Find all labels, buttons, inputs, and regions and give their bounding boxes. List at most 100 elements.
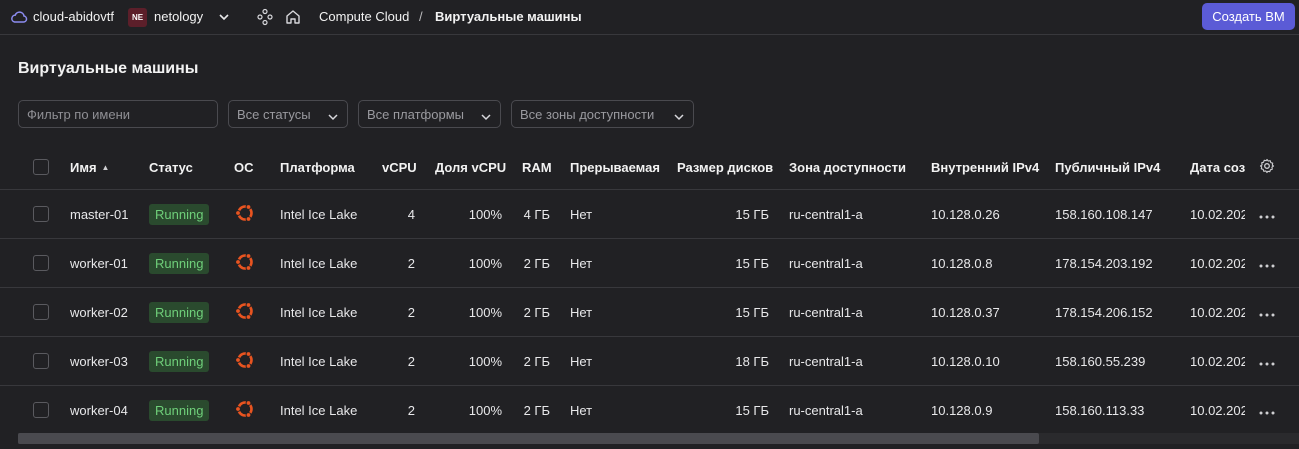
ubuntu-icon bbox=[234, 251, 256, 276]
vcpu-value: 4 bbox=[407, 206, 415, 222]
disk-value: 15 ГБ bbox=[735, 304, 769, 320]
date-value: 10.02.2024 bbox=[1190, 255, 1245, 271]
table-row[interactable]: master-01 Running Intel Ice Lake 4 100% … bbox=[0, 190, 1299, 239]
cloud-icon[interactable] bbox=[10, 9, 28, 25]
vm-table: Имя ▲ Статус ОС Платформа vCPU Доля vCPU … bbox=[0, 145, 1299, 433]
column-os-header[interactable]: ОС bbox=[234, 145, 274, 189]
zone-value: ru-central1-a bbox=[789, 304, 863, 320]
chevron-down-icon[interactable] bbox=[218, 11, 230, 23]
disk-value: 18 ГБ bbox=[735, 353, 769, 369]
internal-ip-value: 10.128.0.9 bbox=[931, 402, 993, 418]
gear-icon[interactable] bbox=[1259, 158, 1275, 177]
ram-value: 4 ГБ bbox=[523, 206, 550, 222]
date-value: 10.02.2024 bbox=[1190, 206, 1245, 222]
ram-value: 2 ГБ bbox=[523, 353, 550, 369]
org-badge[interactable]: NE bbox=[128, 8, 147, 27]
services-icon[interactable] bbox=[257, 8, 273, 26]
page-title: Виртуальные машины bbox=[18, 60, 199, 77]
table-row[interactable]: worker-02 Running Intel Ice Lake 2 100% … bbox=[0, 288, 1299, 337]
row-checkbox[interactable] bbox=[33, 353, 49, 369]
vcpu-value: 2 bbox=[407, 255, 415, 271]
platform-value: Intel Ice Lake bbox=[280, 206, 358, 222]
table-row[interactable]: worker-03 Running Intel Ice Lake 2 100% … bbox=[0, 337, 1299, 386]
disk-value: 15 ГБ bbox=[735, 402, 769, 418]
create-vm-button[interactable]: Создать ВМ bbox=[1202, 3, 1295, 30]
column-zone-header[interactable]: Зона доступности bbox=[789, 145, 919, 189]
column-preemptible-header[interactable]: Прерываемая bbox=[570, 145, 665, 189]
ram-value: 2 ГБ bbox=[523, 402, 550, 418]
vcpu-value: 2 bbox=[407, 353, 415, 369]
row-checkbox[interactable] bbox=[33, 402, 49, 418]
internal-ip-value: 10.128.0.37 bbox=[931, 304, 1000, 320]
preemptible-value: Нет bbox=[570, 402, 593, 418]
column-date-header[interactable]: Дата создания bbox=[1190, 145, 1245, 189]
column-public-ip-header[interactable]: Публичный IPv4 bbox=[1055, 145, 1180, 189]
ubuntu-icon bbox=[234, 202, 256, 227]
ubuntu-icon bbox=[234, 300, 256, 325]
share-value: 100% bbox=[468, 304, 502, 320]
name-filter-input[interactable] bbox=[18, 100, 218, 128]
column-ram-header[interactable]: RAM bbox=[522, 145, 560, 189]
row-checkbox[interactable] bbox=[33, 304, 49, 320]
status-badge: Running bbox=[149, 203, 210, 225]
more-options-icon[interactable] bbox=[1259, 305, 1275, 320]
preemptible-value: Нет bbox=[570, 255, 593, 271]
platform-filter-select[interactable]: Все платформы bbox=[358, 100, 501, 128]
column-status-header[interactable]: Статус bbox=[149, 145, 229, 189]
share-value: 100% bbox=[468, 206, 502, 222]
date-value: 10.02.2024 bbox=[1190, 353, 1245, 369]
public-ip-value: 178.154.203.192 bbox=[1055, 255, 1153, 271]
share-value: 100% bbox=[468, 255, 502, 271]
platform-value: Intel Ice Lake bbox=[280, 353, 358, 369]
breadcrumb-current: Виртуальные машины bbox=[435, 9, 582, 24]
horizontal-scrollbar-thumb[interactable] bbox=[18, 433, 1039, 444]
vcpu-value: 2 bbox=[407, 402, 415, 418]
column-name-header[interactable]: Имя ▲ bbox=[70, 145, 145, 189]
vm-name[interactable]: worker-01 bbox=[70, 239, 145, 287]
vm-name[interactable]: worker-04 bbox=[70, 386, 145, 433]
internal-ip-value: 10.128.0.10 bbox=[931, 353, 1000, 369]
more-options-icon[interactable] bbox=[1259, 207, 1275, 222]
public-ip-value: 158.160.55.239 bbox=[1055, 353, 1146, 369]
status-filter-value: Все статусы bbox=[237, 106, 311, 122]
column-vcpu-header[interactable]: vCPU bbox=[382, 145, 422, 189]
column-internal-ip-header[interactable]: Внутренний IPv4 bbox=[931, 145, 1046, 189]
platform-value: Intel Ice Lake bbox=[280, 255, 358, 271]
date-value: 10.02.2024 bbox=[1190, 304, 1245, 320]
row-checkbox[interactable] bbox=[33, 255, 49, 271]
table-row[interactable]: worker-04 Running Intel Ice Lake 2 100% … bbox=[0, 386, 1299, 433]
zone-value: ru-central1-a bbox=[789, 255, 863, 271]
column-disk-header[interactable]: Размер дисков bbox=[677, 145, 776, 189]
table-header: Имя ▲ Статус ОС Платформа vCPU Доля vCPU … bbox=[0, 145, 1299, 190]
column-share-header[interactable]: Доля vCPU bbox=[435, 145, 507, 189]
share-value: 100% bbox=[468, 402, 502, 418]
preemptible-value: Нет bbox=[570, 353, 593, 369]
cloud-name[interactable]: cloud-abidovtf bbox=[33, 9, 114, 24]
home-icon[interactable] bbox=[284, 8, 302, 26]
breadcrumb-service[interactable]: Compute Cloud bbox=[319, 9, 409, 24]
preemptible-value: Нет bbox=[570, 206, 593, 222]
status-badge: Running bbox=[149, 301, 210, 323]
more-options-icon[interactable] bbox=[1259, 354, 1275, 369]
select-all-checkbox[interactable] bbox=[33, 159, 49, 175]
ubuntu-icon bbox=[234, 398, 256, 423]
chevron-down-icon bbox=[480, 110, 492, 125]
status-filter-select[interactable]: Все статусы bbox=[228, 100, 348, 128]
internal-ip-value: 10.128.0.8 bbox=[931, 255, 993, 271]
ram-value: 2 ГБ bbox=[523, 304, 550, 320]
zone-filter-select[interactable]: Все зоны доступности bbox=[511, 100, 694, 128]
more-options-icon[interactable] bbox=[1259, 256, 1275, 271]
table-row[interactable]: worker-01 Running Intel Ice Lake 2 100% … bbox=[0, 239, 1299, 288]
internal-ip-value: 10.128.0.26 bbox=[931, 206, 1000, 222]
org-name[interactable]: netology bbox=[154, 9, 203, 24]
vm-name[interactable]: master-01 bbox=[70, 190, 145, 238]
vm-name[interactable]: worker-03 bbox=[70, 337, 145, 385]
row-checkbox[interactable] bbox=[33, 206, 49, 222]
column-platform-header[interactable]: Платформа bbox=[280, 145, 375, 189]
more-options-icon[interactable] bbox=[1259, 403, 1275, 418]
vm-name[interactable]: worker-02 bbox=[70, 288, 145, 336]
zone-value: ru-central1-a bbox=[789, 402, 863, 418]
column-settings[interactable] bbox=[1259, 145, 1283, 189]
ram-value: 2 ГБ bbox=[523, 255, 550, 271]
sort-ascending-icon: ▲ bbox=[101, 162, 110, 172]
